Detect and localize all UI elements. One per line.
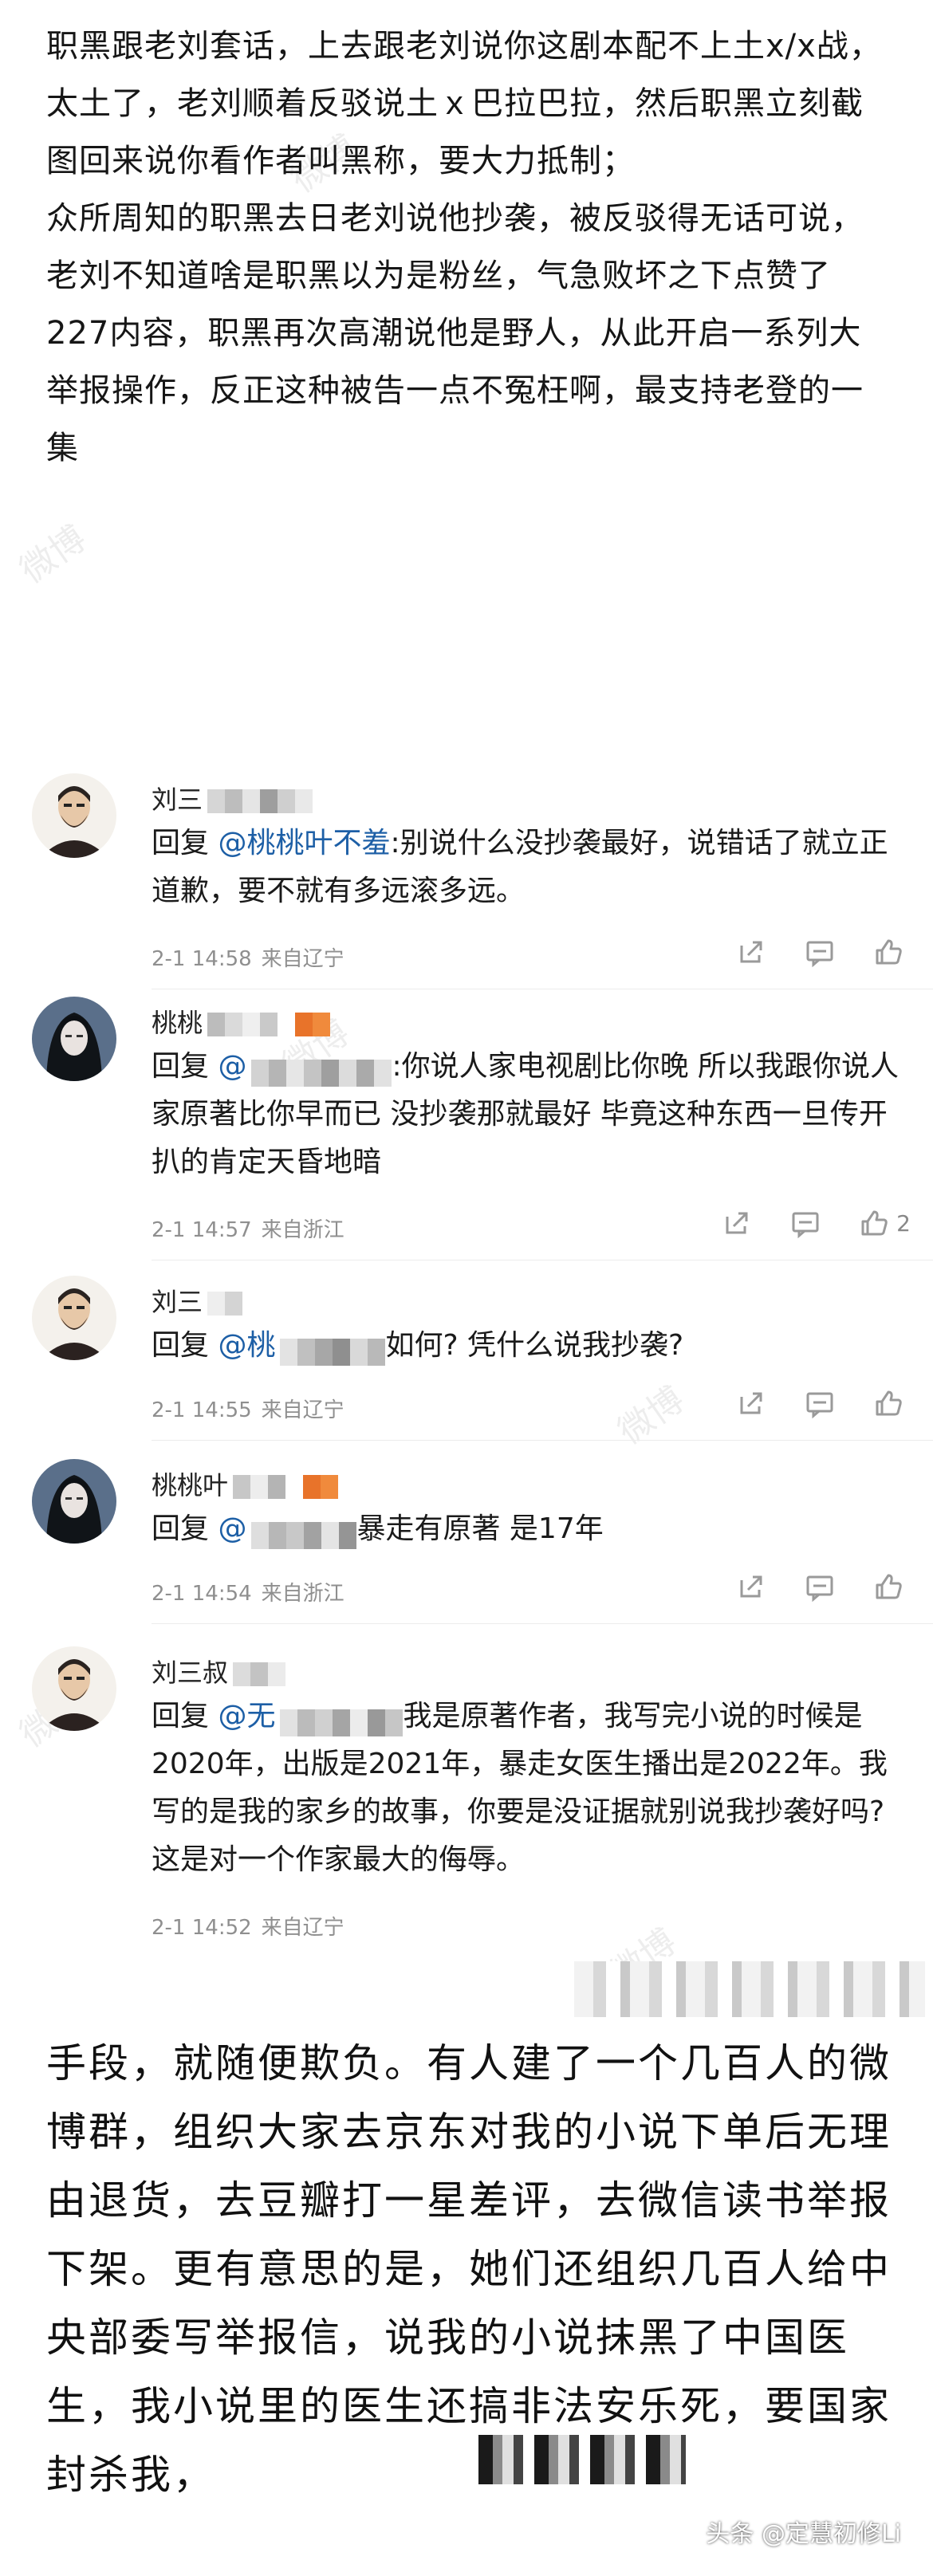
- mention-mosaic: [251, 1054, 392, 1087]
- avatar-beard-icon: [32, 1646, 116, 1731]
- comment-text: 回复 @桃 如何? 凭什么说我抄袭?: [152, 1322, 901, 1370]
- comment-actions: [735, 1387, 911, 1419]
- commenter-name[interactable]: 刘三: [152, 780, 313, 816]
- comment-location: 来自浙江: [261, 1582, 344, 1606]
- comment-actions: [735, 1571, 911, 1603]
- comment-location: 来自浙江: [261, 1218, 344, 1242]
- comment-meta: 2-1 14:58 来自辽宁: [152, 942, 344, 972]
- avatar[interactable]: [32, 1459, 116, 1544]
- commenter-name-text: 刘三: [152, 785, 203, 815]
- weibo-watermark: 微博: [12, 517, 94, 592]
- like-button[interactable]: 2: [858, 1207, 911, 1239]
- avatar[interactable]: [32, 997, 116, 1081]
- reply-prefix: 回复: [152, 827, 210, 859]
- commenter-name[interactable]: 桃桃: [152, 1003, 331, 1040]
- source-watermark: 头条 @定慧初修Li: [706, 2520, 901, 2548]
- comment-icon[interactable]: [804, 1387, 836, 1419]
- avatar-beard-icon: [32, 773, 116, 858]
- avatar-longhair-icon: [32, 997, 116, 1081]
- comment-time: 2-1 14:52: [152, 1916, 252, 1940]
- mention-link[interactable]: @桃桃叶不羞: [218, 827, 390, 859]
- blurred-region: [478, 2435, 686, 2484]
- comment-location: 来自辽宁: [261, 1916, 344, 1940]
- commenter-name-text: 刘三: [152, 1287, 203, 1317]
- share-icon[interactable]: [735, 936, 767, 968]
- post-paragraph: 职黑跟老刘套话，上去跟老刘说你这剧本配不上土x/x战，太土了，老刘顺着反驳说土ｘ…: [46, 28, 882, 179]
- comment-actions: 2: [721, 1207, 911, 1239]
- comment-meta: 2-1 14:54 来自浙江: [152, 1577, 344, 1607]
- comment-location: 来自辽宁: [261, 1398, 344, 1422]
- comment-text: 回复 @桃桃叶不羞:别说什么没抄袭最好，说错话了就立正道歉，要不就有多远滚多远。: [152, 820, 901, 915]
- post-text: 职黑跟老刘套话，上去跟老刘说你这剧本配不上土x/x战，太土了，老刘顺着反驳说土ｘ…: [46, 18, 892, 477]
- name-mosaic: [233, 1662, 286, 1686]
- like-button[interactable]: [872, 1571, 911, 1603]
- avatar[interactable]: [32, 1646, 116, 1731]
- comment-meta: 2-1 14:55 来自辽宁: [152, 1394, 344, 1423]
- divider: [152, 1623, 933, 1624]
- mention-link[interactable]: @: [218, 1512, 246, 1545]
- mention-link[interactable]: @: [218, 1050, 246, 1083]
- share-icon[interactable]: [721, 1207, 753, 1239]
- like-icon: [876, 1574, 902, 1599]
- reply-prefix: 回复: [152, 1700, 210, 1732]
- reply-prefix: 回复: [152, 1329, 210, 1362]
- comment-text: 回复 @ 暴走有原著 是17年: [152, 1505, 901, 1553]
- reply-prefix: 回复: [152, 1512, 210, 1545]
- avatar-beard-icon: [32, 1276, 116, 1360]
- commenter-name-text: 桃桃: [152, 1008, 203, 1038]
- comment-icon[interactable]: [789, 1207, 821, 1239]
- comment-text: 回复 @:你说人家电视剧比你晚 所以我跟你说人家原著比你早而已 没抄袭那就最好 …: [152, 1043, 901, 1186]
- comment-meta: 2-1 14:52 来自辽宁: [152, 1911, 344, 1941]
- commenter-name[interactable]: 桃桃叶: [152, 1465, 339, 1502]
- avatar-longhair-icon: [32, 1459, 116, 1544]
- mention-link[interactable]: @桃: [218, 1329, 275, 1362]
- avatar[interactable]: [32, 1276, 116, 1360]
- share-icon[interactable]: [735, 1387, 767, 1419]
- comment-time: 2-1 14:58: [152, 947, 252, 971]
- blurred-region: [574, 1961, 925, 2017]
- like-button[interactable]: [872, 1387, 911, 1419]
- comment-icon[interactable]: [804, 1571, 836, 1603]
- like-button[interactable]: [872, 936, 911, 968]
- mention-link[interactable]: @无: [218, 1700, 275, 1732]
- article-excerpt: 手段，就随便欺负。有人建了一个几百人的微博群，组织大家去京东对我的小说下单后无理…: [46, 2029, 907, 2509]
- commenter-name-text: 桃桃叶: [152, 1470, 229, 1500]
- comment-meta: 2-1 14:57 来自浙江: [152, 1213, 344, 1243]
- commenter-name[interactable]: 刘三叔: [152, 1653, 286, 1689]
- comment-time: 2-1 14:54: [152, 1582, 252, 1606]
- divider: [152, 1440, 933, 1441]
- comment-text: 回复 @无 我是原著作者，我写完小说的时候是2020年，出版是2021年，暴走女医…: [152, 1693, 901, 1884]
- commenter-name-text: 刘三叔: [152, 1658, 229, 1688]
- post-paragraph: 众所周知的职黑去日老刘说他抄袭，被反驳得无话可说，老刘不知道啥是职黑以为是粉丝，…: [46, 200, 864, 466]
- comment-time: 2-1 14:55: [152, 1398, 252, 1422]
- name-mosaic: [207, 1292, 243, 1316]
- comment-actions: [735, 936, 911, 968]
- mention-mosaic: [251, 1516, 357, 1549]
- mention-mosaic: [280, 1704, 404, 1736]
- name-mosaic: [233, 1475, 339, 1499]
- comment-time: 2-1 14:57: [152, 1218, 252, 1242]
- like-icon: [876, 939, 902, 965]
- like-count: 2: [896, 1209, 911, 1237]
- name-mosaic: [207, 1013, 331, 1036]
- mention-mosaic: [280, 1333, 386, 1366]
- like-icon: [876, 1390, 902, 1416]
- comment-location: 来自辽宁: [261, 947, 344, 971]
- avatar[interactable]: [32, 773, 116, 858]
- comment-body: 暴走有原著 是17年: [356, 1512, 604, 1545]
- comment-body: 如何? 凭什么说我抄袭?: [385, 1329, 684, 1362]
- commenter-name[interactable]: 刘三: [152, 1282, 243, 1319]
- like-icon: [861, 1210, 888, 1236]
- share-icon[interactable]: [735, 1571, 767, 1603]
- weibo-watermark: 微博: [610, 1378, 692, 1453]
- name-mosaic: [207, 789, 313, 813]
- article-paragraph: 手段，就随便欺负。有人建了一个几百人的微博群，组织大家去京东对我的小说下单后无理…: [46, 2040, 892, 2498]
- reply-prefix: 回复: [152, 1050, 210, 1083]
- comment-icon[interactable]: [804, 936, 836, 968]
